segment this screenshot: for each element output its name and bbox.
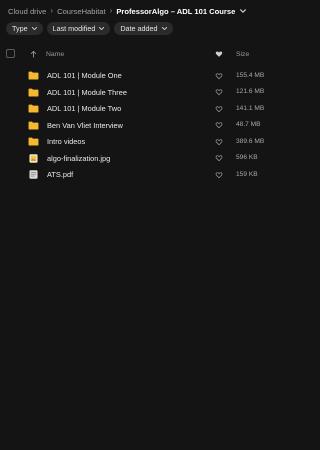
select-all-checkbox[interactable] bbox=[6, 49, 15, 58]
filter-date-added[interactable]: Date added bbox=[114, 22, 173, 35]
folder-icon bbox=[28, 104, 39, 113]
column-header-size[interactable]: Size bbox=[236, 51, 249, 58]
file-name: Ben Van Vliet Interview bbox=[47, 120, 123, 130]
file-name: ADL 101 | Module Three bbox=[47, 87, 127, 97]
file-size: 596 KB bbox=[236, 154, 258, 161]
filter-date-added-label: Date added bbox=[120, 24, 158, 33]
image-file-icon bbox=[29, 153, 38, 163]
folder-icon bbox=[28, 137, 39, 146]
filter-last-modified-label: Last modified bbox=[52, 24, 96, 33]
file-name: ADL 101 | Module Two bbox=[47, 104, 122, 113]
file-size: 141.1 MB bbox=[236, 104, 265, 112]
table-row[interactable]: ATS.pdf 159 KB bbox=[0, 166, 300, 183]
breadcrumb-separator: › bbox=[50, 6, 54, 15]
file-name: ATS.pdf bbox=[47, 170, 74, 179]
file-name: Intro videos bbox=[47, 137, 86, 146]
file-name: ADL 101 | Module One bbox=[47, 71, 122, 80]
breadcrumb-separator: › bbox=[109, 6, 113, 15]
filter-bar: Type Last modified Date added bbox=[6, 22, 173, 35]
file-name: algo-finalization.jpg bbox=[47, 153, 111, 163]
file-size: 48.7 MB bbox=[236, 121, 261, 128]
folder-icon bbox=[28, 88, 39, 96]
table-row[interactable]: ADL 101 | Module One 155.4 MB bbox=[0, 67, 300, 84]
heart-outline-icon[interactable] bbox=[215, 121, 223, 129]
heart-icon bbox=[215, 51, 223, 57]
chevron-down-icon bbox=[161, 26, 167, 31]
chevron-down-icon[interactable] bbox=[239, 7, 247, 15]
file-size: 389.6 MB bbox=[236, 137, 265, 145]
table-header: Name Size bbox=[0, 47, 300, 63]
table-row[interactable]: ADL 101 | Module Three 121.6 MB bbox=[0, 84, 300, 101]
heart-outline-icon[interactable] bbox=[215, 138, 223, 146]
heart-outline-icon[interactable] bbox=[215, 105, 223, 113]
heart-outline-icon[interactable] bbox=[215, 171, 223, 179]
folder-icon bbox=[28, 121, 39, 129]
filter-last-modified[interactable]: Last modified bbox=[46, 22, 111, 35]
table-row[interactable]: Intro videos 389.6 MB bbox=[0, 133, 300, 150]
table-row[interactable]: ADL 101 | Module Two 141.1 MB bbox=[0, 100, 300, 117]
column-header-name[interactable]: Name bbox=[46, 51, 64, 58]
sort-ascending-icon[interactable] bbox=[30, 50, 37, 58]
document-file-icon bbox=[29, 170, 38, 179]
chevron-down-icon bbox=[31, 26, 37, 31]
table-row[interactable]: algo-finalization.jpg 596 KB bbox=[0, 150, 300, 167]
file-list: ADL 101 | Module One 155.4 MB ADL 101 | … bbox=[0, 67, 300, 183]
file-size: 121.6 MB bbox=[236, 88, 265, 95]
file-size: 159 KB bbox=[236, 170, 258, 178]
breadcrumb: Cloud drive › CourseHabitat › ProfessorA… bbox=[8, 5, 247, 17]
heart-outline-icon[interactable] bbox=[215, 88, 223, 96]
heart-outline-icon[interactable] bbox=[215, 154, 223, 162]
chevron-down-icon bbox=[99, 26, 105, 31]
breadcrumb-current-folder[interactable]: ProfessorAlgo – ADL 101 Course bbox=[116, 7, 235, 16]
breadcrumb-cloud-drive[interactable]: Cloud drive bbox=[8, 7, 46, 16]
heart-outline-icon[interactable] bbox=[215, 72, 223, 80]
table-row[interactable]: Ben Van Vliet Interview 48.7 MB bbox=[0, 117, 300, 134]
folder-icon bbox=[28, 71, 39, 80]
filter-type[interactable]: Type bbox=[6, 22, 43, 35]
breadcrumb-coursehabitat[interactable]: CourseHabitat bbox=[57, 7, 106, 16]
filter-type-label: Type bbox=[12, 24, 28, 33]
file-size: 155.4 MB bbox=[236, 71, 265, 79]
